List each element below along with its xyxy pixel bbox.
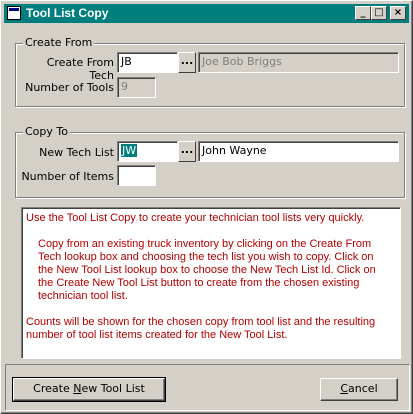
- instructions-memo[interactable]: Use the Tool List Copy to create your te…: [21, 207, 401, 359]
- create-from-tech-label: Create From Tech: [46, 56, 114, 82]
- number-of-tools-label: Number of Tools: [25, 81, 114, 94]
- new-tech-list-selected-text: JW: [121, 144, 138, 157]
- cancel-button-mnemonic: C: [340, 382, 349, 395]
- maximize-button[interactable]: □: [371, 6, 387, 20]
- number-of-tools-field: 9: [117, 77, 156, 98]
- create-from-group-label: Create From: [23, 36, 95, 49]
- create-from-tech-input[interactable]: JB: [117, 52, 178, 73]
- memo-intro-text: Use the Tool List Copy to create your te…: [26, 212, 365, 224]
- create-button-label-post: ew Tool List: [81, 382, 145, 395]
- new-tech-list-input[interactable]: JW: [117, 141, 178, 162]
- create-button-label-pre: Create: [33, 382, 74, 395]
- window-title: Tool List Copy: [26, 6, 109, 20]
- window-icon: [7, 6, 21, 20]
- number-of-items-field: [117, 165, 156, 186]
- cancel-button[interactable]: Cancel: [320, 378, 398, 401]
- title-bar[interactable]: Tool List Copy _ □ ×: [4, 4, 409, 23]
- new-tech-list-lookup-button[interactable]: ...: [178, 141, 196, 162]
- new-tech-list-label: New Tech List: [39, 146, 114, 159]
- close-button[interactable]: ×: [390, 6, 406, 20]
- tool-list-copy-window: Tool List Copy _ □ × Create From Create …: [0, 0, 413, 414]
- create-new-tool-list-button[interactable]: Create New Tool List: [12, 377, 166, 402]
- new-tech-list-name-field: John Wayne: [198, 141, 399, 162]
- minimize-button[interactable]: _: [355, 6, 371, 20]
- create-from-tech-lookup-button[interactable]: ...: [178, 52, 196, 73]
- copy-to-group-label: Copy To: [23, 125, 70, 138]
- create-from-tech-name-field: Joe Bob Briggs: [198, 52, 399, 73]
- memo-counts-text: Counts will be shown for the chosen copy…: [26, 316, 376, 341]
- memo-steps-text: Copy from an existing truck inventory by…: [38, 238, 376, 302]
- cancel-button-label-post: ancel: [348, 382, 378, 395]
- number-of-items-label: Number of Items: [21, 170, 114, 183]
